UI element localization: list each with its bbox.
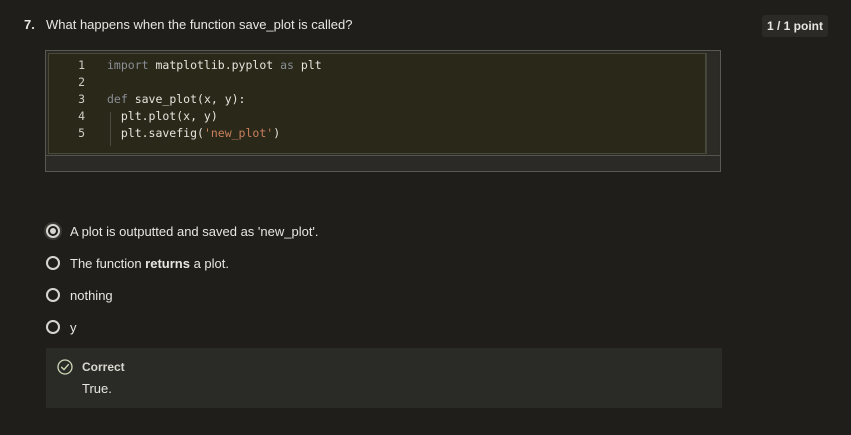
answer-option-label: nothing xyxy=(70,288,113,303)
code-text: def save_plot(x, y): xyxy=(107,91,245,108)
code-text: plt.plot(x, y) xyxy=(107,108,218,125)
code-token: ) xyxy=(273,126,281,140)
code-token: plt.plot(x, y) xyxy=(107,109,218,123)
label-text: nothing xyxy=(70,287,113,303)
feedback-panel: Correct True. xyxy=(46,348,722,408)
radio-selected[interactable] xyxy=(46,224,60,238)
radio-button[interactable] xyxy=(46,320,60,334)
line-number: 5 xyxy=(78,126,85,140)
check-circle-icon xyxy=(57,359,73,375)
emphasis-text: returns xyxy=(145,255,190,271)
code-line: 5 plt.savefig('new_plot') xyxy=(49,125,699,142)
code-text: import matplotlib.pyplot as plt xyxy=(107,57,322,74)
code-token: save_plot(x, y): xyxy=(127,92,246,106)
line-number: 3 xyxy=(78,92,85,106)
answer-option[interactable]: y xyxy=(46,317,77,337)
code-keyword: as xyxy=(280,58,294,72)
answer-option[interactable]: nothing xyxy=(46,285,113,305)
label-text: The function xyxy=(70,255,146,271)
code-keyword: def xyxy=(107,92,128,106)
code-editor: 1 import matplotlib.pyplot as plt 2 3 def sa… xyxy=(48,53,706,154)
answer-option-label: A plot is outputted and saved as 'new_pl… xyxy=(70,224,319,239)
code-line: 4 plt.plot(x, y) xyxy=(49,108,699,125)
code-token: plt.savefig( xyxy=(107,126,204,140)
label-text: y xyxy=(70,319,77,335)
code-text: plt.savefig('new_plot') xyxy=(107,125,280,142)
code-horizontal-scrollbar[interactable] xyxy=(46,155,720,171)
feedback-text: True. xyxy=(82,381,112,396)
code-token: matplotlib.pyplot xyxy=(148,58,281,72)
answer-option-label: y xyxy=(70,320,77,335)
answer-option-label: The function returns a plot. xyxy=(70,256,229,271)
code-line: 3 def save_plot(x, y): xyxy=(49,91,699,108)
label-text: a plot. xyxy=(189,255,229,271)
code-line: 1 import matplotlib.pyplot as plt xyxy=(49,57,699,74)
code-token: plt xyxy=(293,58,322,72)
question-text: What happens when the function save_plot… xyxy=(46,17,353,32)
radio-button[interactable] xyxy=(46,256,60,270)
line-number: 1 xyxy=(78,58,85,72)
code-block: 1 import matplotlib.pyplot as plt 2 3 def sa… xyxy=(45,50,721,172)
label-text: A plot is outputted and saved as 'new_pl… xyxy=(70,223,319,239)
points-badge: 1 / 1 point xyxy=(762,15,828,37)
line-number: 2 xyxy=(78,75,85,89)
code-line: 2 xyxy=(49,74,699,91)
feedback-title: Correct xyxy=(82,360,125,374)
line-number: 4 xyxy=(78,109,85,123)
answer-option[interactable]: A plot is outputted and saved as 'new_pl… xyxy=(46,221,319,241)
answer-option[interactable]: The function returns a plot. xyxy=(46,253,229,273)
code-string: 'new_plot' xyxy=(203,126,274,140)
code-scrollbar[interactable] xyxy=(706,53,718,154)
code-keyword: import xyxy=(107,58,149,72)
question-number: 7. xyxy=(24,17,35,32)
radio-button[interactable] xyxy=(46,288,60,302)
